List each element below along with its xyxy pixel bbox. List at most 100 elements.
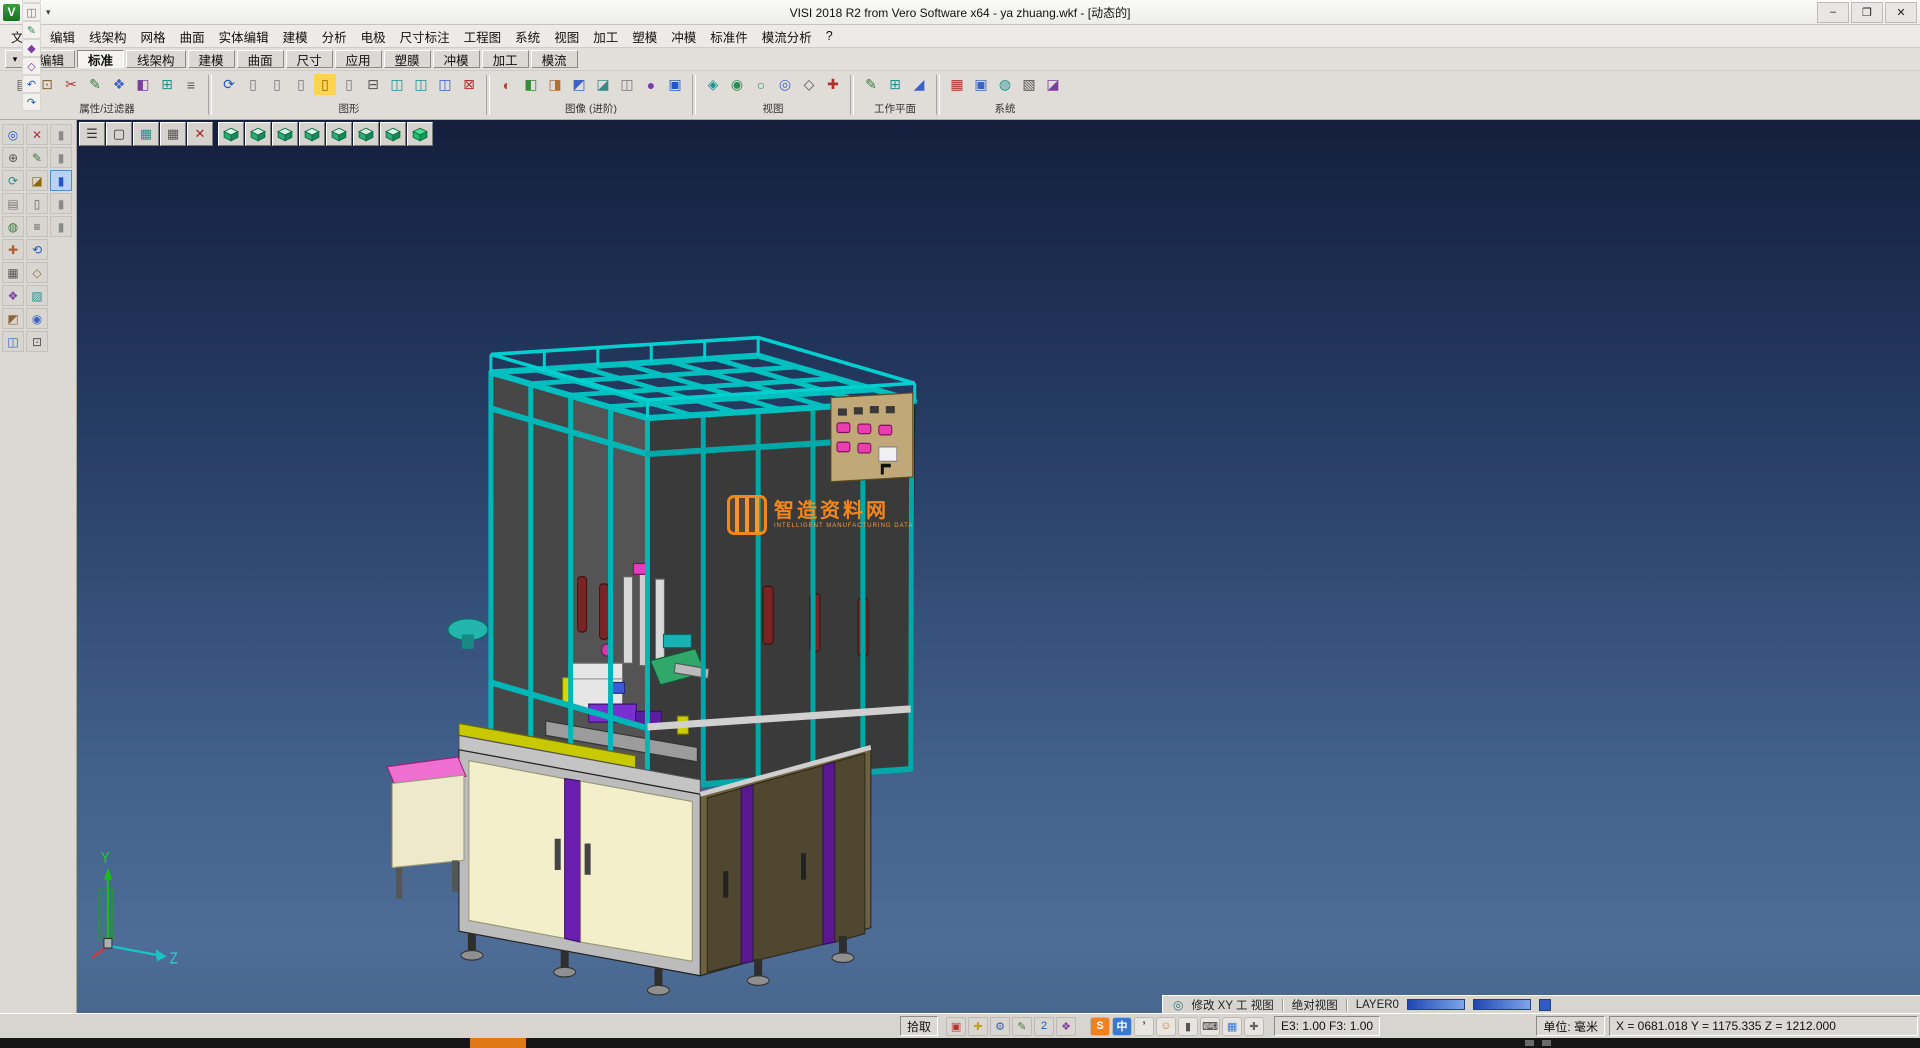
box-list-icon[interactable]: ⊟ bbox=[362, 74, 384, 95]
measure-icon[interactable]: ◍ bbox=[2, 216, 24, 237]
refresh-icon[interactable]: ⟳ bbox=[218, 74, 240, 95]
undo-icon[interactable]: ↶ bbox=[22, 75, 41, 93]
menu-item[interactable]: 电极 bbox=[354, 25, 393, 48]
tab-wireframe[interactable]: 线架构 bbox=[126, 50, 186, 68]
menu-item[interactable]: 建模 bbox=[276, 25, 315, 48]
ime-punctuation-icon[interactable]: ’ bbox=[1134, 1017, 1154, 1036]
undo-history-icon[interactable]: ⟲ bbox=[26, 239, 48, 260]
palette-icon[interactable]: ▦ bbox=[946, 74, 968, 95]
menu-item[interactable]: 曲面 bbox=[173, 25, 212, 48]
view-cube-bottom[interactable] bbox=[353, 122, 379, 146]
maximize-button[interactable]: ❐ bbox=[1851, 2, 1883, 23]
import-icon[interactable]: ◆ bbox=[22, 39, 41, 57]
menu-item[interactable]: 系统 bbox=[508, 25, 547, 48]
tab-standard[interactable]: 标准 bbox=[77, 50, 124, 68]
tab-modeling[interactable]: 建模 bbox=[188, 50, 235, 68]
axes-view-icon[interactable]: ✚ bbox=[822, 74, 844, 95]
edit-status-icon[interactable]: ✎ bbox=[1012, 1017, 1032, 1036]
view-cube-top[interactable] bbox=[218, 122, 244, 146]
redo-icon[interactable]: ↷ bbox=[22, 93, 41, 111]
zoom-window-icon[interactable]: ○ bbox=[750, 74, 772, 95]
layer-label[interactable]: LAYER0 bbox=[1356, 999, 1399, 1011]
zoom-all-icon[interactable]: ◉ bbox=[726, 74, 748, 95]
copy-icon[interactable]: ⊡ bbox=[26, 331, 48, 352]
print-preview-icon[interactable]: ◫ bbox=[22, 3, 41, 21]
sphere-render-icon[interactable]: ● bbox=[640, 74, 662, 95]
grid-view-icon-2[interactable]: ▦ bbox=[160, 122, 186, 146]
tab-die[interactable]: 冲模 bbox=[433, 50, 480, 68]
mask-icon[interactable]: ◧ bbox=[132, 74, 154, 95]
menu-item[interactable]: 线架构 bbox=[82, 25, 134, 48]
color-swatch[interactable] bbox=[1539, 999, 1551, 1011]
hand-icon[interactable]: ◇ bbox=[26, 262, 48, 283]
view-cube-iso[interactable] bbox=[380, 122, 406, 146]
close-button[interactable]: ✕ bbox=[1885, 2, 1917, 23]
menu-item[interactable]: 分析 bbox=[315, 25, 354, 48]
layers-icon[interactable]: ◪ bbox=[1042, 74, 1064, 95]
blank-view-icon[interactable]: ▢ bbox=[106, 122, 132, 146]
3d-viewport[interactable]: ☰▢▦▦✕ bbox=[77, 120, 1920, 1013]
prism-icon-3[interactable]: ▯ bbox=[290, 74, 312, 95]
view-cube-right[interactable] bbox=[272, 122, 298, 146]
shading-mode-icon-3[interactable]: ◨ bbox=[544, 74, 566, 95]
tool-icon[interactable]: ✚ bbox=[2, 239, 24, 260]
zoom-progress-bar[interactable] bbox=[1407, 999, 1465, 1010]
menu-item[interactable]: 冲模 bbox=[664, 25, 703, 48]
panel-icon[interactable]: ◫ bbox=[2, 331, 24, 352]
filter-icon[interactable]: ❖ bbox=[108, 74, 130, 95]
view-cube-shaded[interactable] bbox=[407, 122, 433, 146]
rotate-icon[interactable]: ⟳ bbox=[2, 170, 24, 191]
shading-mode-icon-4[interactable]: ◩ bbox=[568, 74, 590, 95]
shading-mode-icon-2[interactable]: ◧ bbox=[520, 74, 542, 95]
attribute-list-icon[interactable]: ≡ bbox=[180, 74, 202, 95]
delete-graphics-icon[interactable]: ⊠ bbox=[458, 74, 480, 95]
tab-machining[interactable]: 加工 bbox=[482, 50, 529, 68]
stack-icon[interactable]: ▤ bbox=[2, 193, 24, 214]
menu-item[interactable]: 视图 bbox=[547, 25, 586, 48]
count-badge[interactable]: 2 bbox=[1034, 1017, 1054, 1036]
menu-item[interactable]: 加工 bbox=[586, 25, 625, 48]
ime-keyboard-icon[interactable]: ⌨ bbox=[1200, 1017, 1220, 1036]
ime-chinese-icon[interactable]: 中 bbox=[1112, 1017, 1132, 1036]
select-icon[interactable]: ◎ bbox=[2, 124, 24, 145]
delete-icon[interactable]: ✕ bbox=[26, 124, 48, 145]
menu-item[interactable]: 模流分析 bbox=[755, 25, 819, 48]
palette-status-icon[interactable]: ❖ bbox=[1056, 1017, 1076, 1036]
tab-surface[interactable]: 曲面 bbox=[237, 50, 284, 68]
quickbar-more-icon[interactable]: ▾ bbox=[43, 7, 54, 18]
sogou-logo-icon[interactable]: S bbox=[1090, 1017, 1110, 1036]
workplane-grid-icon[interactable]: ⊞ bbox=[884, 74, 906, 95]
globe-settings-icon[interactable]: ◍ bbox=[994, 74, 1016, 95]
menu-item[interactable]: 塑模 bbox=[625, 25, 664, 48]
ime-mic-icon[interactable]: ▮ bbox=[1178, 1017, 1198, 1036]
view-cube-left[interactable] bbox=[299, 122, 325, 146]
cut-icon[interactable]: ✂ bbox=[60, 74, 82, 95]
menu-item[interactable]: 网格 bbox=[134, 25, 173, 48]
view-cube-back[interactable] bbox=[326, 122, 352, 146]
buffer-icon-4[interactable]: ▮ bbox=[50, 193, 72, 214]
pencil-icon[interactable]: ✎ bbox=[26, 147, 48, 168]
ime-emoji-icon[interactable]: ☺ bbox=[1156, 1017, 1176, 1036]
eye-toggle-icon[interactable]: ◉ bbox=[26, 308, 48, 329]
palette-tool-icon[interactable]: ❖ bbox=[2, 285, 24, 306]
viewport-menu-icon[interactable]: ☰ bbox=[79, 122, 105, 146]
corner-icon[interactable]: ◩ bbox=[2, 308, 24, 329]
tab-flow[interactable]: 模流 bbox=[531, 50, 578, 68]
prism-icon-4[interactable]: ▯ bbox=[338, 74, 360, 95]
shading-mode-icon-6[interactable]: ◫ bbox=[616, 74, 638, 95]
snap-status-icon[interactable]: ▣ bbox=[946, 1017, 966, 1036]
export-icon[interactable]: ◇ bbox=[22, 57, 41, 75]
plot-icon[interactable]: ✎ bbox=[22, 21, 41, 39]
eye-icon[interactable]: ◎ bbox=[774, 74, 796, 95]
buffer-icon-2[interactable]: ▮ bbox=[50, 147, 72, 168]
material-icon[interactable]: ▣ bbox=[664, 74, 686, 95]
database-icon-3[interactable]: ◫ bbox=[434, 74, 456, 95]
page-icon[interactable]: ▯ bbox=[26, 193, 48, 214]
edit-attributes-icon[interactable]: ✎ bbox=[84, 74, 106, 95]
menu-item[interactable]: 工程图 bbox=[457, 25, 509, 48]
tab-dimension[interactable]: 尺寸 bbox=[286, 50, 333, 68]
highlight-prism-icon[interactable]: ▯ bbox=[314, 74, 336, 95]
checker-icon[interactable]: ▧ bbox=[1018, 74, 1040, 95]
ortho-status-icon[interactable]: ✚ bbox=[968, 1017, 988, 1036]
iso-view-icon[interactable]: ◈ bbox=[702, 74, 724, 95]
